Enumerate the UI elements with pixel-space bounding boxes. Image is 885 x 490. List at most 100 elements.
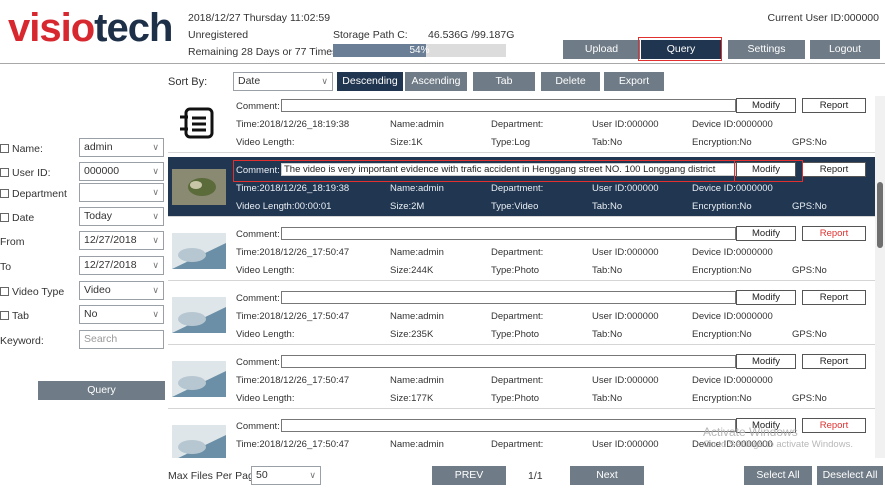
report-button[interactable]: Report: [802, 98, 866, 113]
max-files-select[interactable]: 50 ∨: [251, 466, 321, 485]
keyword-search-input[interactable]: Search: [79, 330, 164, 349]
chevron-down-icon: ∨: [152, 285, 159, 295]
modify-button[interactable]: Modify: [736, 226, 796, 241]
record-tab: Tab:No: [592, 329, 623, 340]
report-button[interactable]: Report: [802, 290, 866, 305]
date-filter-label[interactable]: Date: [0, 212, 34, 224]
comment-input[interactable]: [281, 291, 736, 304]
tab-sort-button[interactable]: Tab: [473, 72, 535, 91]
scrollbar-thumb[interactable]: [877, 182, 883, 248]
modify-button[interactable]: Modify: [736, 290, 796, 305]
chevron-down-icon: ∨: [152, 187, 159, 197]
prev-page-button[interactable]: PREV: [432, 466, 506, 485]
report-button[interactable]: Report: [802, 354, 866, 369]
trial-remaining: Remaining 28 Days or 77 Times: [188, 46, 338, 58]
page-indicator: 1/1: [528, 470, 543, 482]
upload-button[interactable]: Upload: [563, 40, 640, 59]
department-filter-label[interactable]: Department: [0, 188, 67, 200]
record-type: Type:Photo: [491, 265, 540, 276]
record-gps: GPS:No: [792, 137, 827, 148]
record-tab: Tab:No: [592, 393, 623, 404]
tab-filter-label[interactable]: Tab: [0, 310, 29, 322]
record-department: Department:: [491, 183, 544, 194]
to-label: To: [0, 261, 12, 273]
record-device-id: Device ID:0000000: [692, 119, 773, 130]
comment-highlight-box: [233, 160, 735, 182]
record-time: Time:2018/12/26_18:19:38: [236, 119, 350, 130]
tab-filter-select[interactable]: No ∨: [79, 305, 164, 324]
storage-progress-bar: 54%: [333, 44, 506, 57]
comment-input[interactable]: [281, 227, 736, 240]
record-gps: GPS:No: [792, 265, 827, 276]
report-button[interactable]: Report: [802, 226, 866, 241]
department-filter-select[interactable]: ∨: [79, 183, 164, 202]
chevron-down-icon: ∨: [152, 211, 159, 221]
record-user-id: User ID:000000: [592, 183, 659, 194]
report-button[interactable]: Report: [802, 162, 866, 177]
comment-input[interactable]: [281, 99, 736, 112]
record-thumbnail[interactable]: [172, 425, 226, 458]
date-filter-select[interactable]: Today ∨: [79, 207, 164, 226]
record-gps: GPS:No: [792, 201, 827, 212]
record-encryption: Encryption:No: [692, 137, 752, 148]
modify-button[interactable]: Modify: [736, 98, 796, 113]
name-filter-checkbox[interactable]: [0, 144, 9, 153]
record-encryption: Encryption:No: [692, 329, 752, 340]
settings-button[interactable]: Settings: [728, 40, 805, 59]
header-divider: [0, 63, 885, 64]
record-row[interactable]: Comment: Modify Report Time:2018/12/26_17:5…: [168, 221, 875, 281]
record-row[interactable]: Comment: Modify Report Time:2018/12/26_17:5…: [168, 285, 875, 345]
record-thumbnail[interactable]: [172, 361, 226, 397]
export-button[interactable]: Export: [604, 72, 664, 91]
deselect-all-button[interactable]: Deselect All: [817, 466, 883, 485]
descending-button[interactable]: Descending: [337, 72, 403, 91]
to-date-picker[interactable]: 12/27/2018 ∨: [79, 256, 164, 275]
record-thumbnail[interactable]: [172, 105, 226, 141]
record-encryption: Encryption:No: [692, 201, 752, 212]
record-name: Name:admin: [390, 439, 444, 450]
department-filter-checkbox[interactable]: [0, 189, 9, 198]
record-size: Size:2M: [390, 201, 425, 212]
list-scrollbar[interactable]: [875, 96, 885, 458]
select-all-button[interactable]: Select All: [744, 466, 812, 485]
record-thumbnail[interactable]: [172, 297, 226, 333]
query-button[interactable]: Query: [38, 381, 165, 400]
record-name: Name:admin: [390, 183, 444, 194]
next-page-button[interactable]: Next: [570, 466, 644, 485]
activation-watermark-subtitle: Go to Settings to activate Windows.: [703, 439, 853, 450]
sort-by-select[interactable]: Date ∨: [233, 72, 333, 91]
video-type-filter-select[interactable]: Video ∨: [79, 281, 164, 300]
max-files-label: Max Files Per Page: [168, 470, 260, 482]
record-thumbnail[interactable]: [172, 233, 226, 269]
logout-button[interactable]: Logout: [810, 40, 880, 59]
name-filter-label[interactable]: Name:: [0, 143, 43, 155]
record-thumbnail[interactable]: [172, 169, 226, 205]
record-row[interactable]: Comment: Modify Report Time:2018/12/26_17:5…: [168, 349, 875, 409]
name-filter-select[interactable]: admin ∨: [79, 138, 164, 157]
keyword-label: Keyword:: [0, 335, 44, 347]
record-time: Time:2018/12/26_17:50:47: [236, 375, 350, 386]
video-type-filter-checkbox[interactable]: [0, 287, 9, 296]
record-tab: Tab:No: [592, 137, 623, 148]
app-logo: visiotech: [8, 6, 173, 50]
tab-filter-checkbox[interactable]: [0, 311, 9, 320]
record-row[interactable]: Comment: Modify Report Time:2018/12/26_18:1…: [168, 96, 875, 153]
user-id-filter-checkbox[interactable]: [0, 168, 9, 177]
current-user-id: Current User ID:000000: [767, 12, 879, 24]
comment-label: Comment:: [236, 421, 280, 432]
record-user-id: User ID:000000: [592, 119, 659, 130]
record-type: Type:Photo: [491, 329, 540, 340]
delete-button[interactable]: Delete: [541, 72, 600, 91]
chevron-down-icon: ∨: [152, 142, 159, 152]
ascending-button[interactable]: Ascending: [405, 72, 467, 91]
from-date-picker[interactable]: 12/27/2018 ∨: [79, 231, 164, 250]
user-id-filter-select[interactable]: 000000 ∨: [79, 162, 164, 181]
comment-input[interactable]: [281, 419, 736, 432]
video-type-filter-label[interactable]: Video Type: [0, 286, 64, 298]
date-filter-checkbox[interactable]: [0, 213, 9, 222]
modify-button[interactable]: Modify: [736, 354, 796, 369]
comment-input[interactable]: [281, 355, 736, 368]
report-button[interactable]: Report: [802, 418, 866, 433]
record-size: Size:244K: [390, 265, 434, 276]
user-id-filter-label[interactable]: User ID:: [0, 167, 51, 179]
